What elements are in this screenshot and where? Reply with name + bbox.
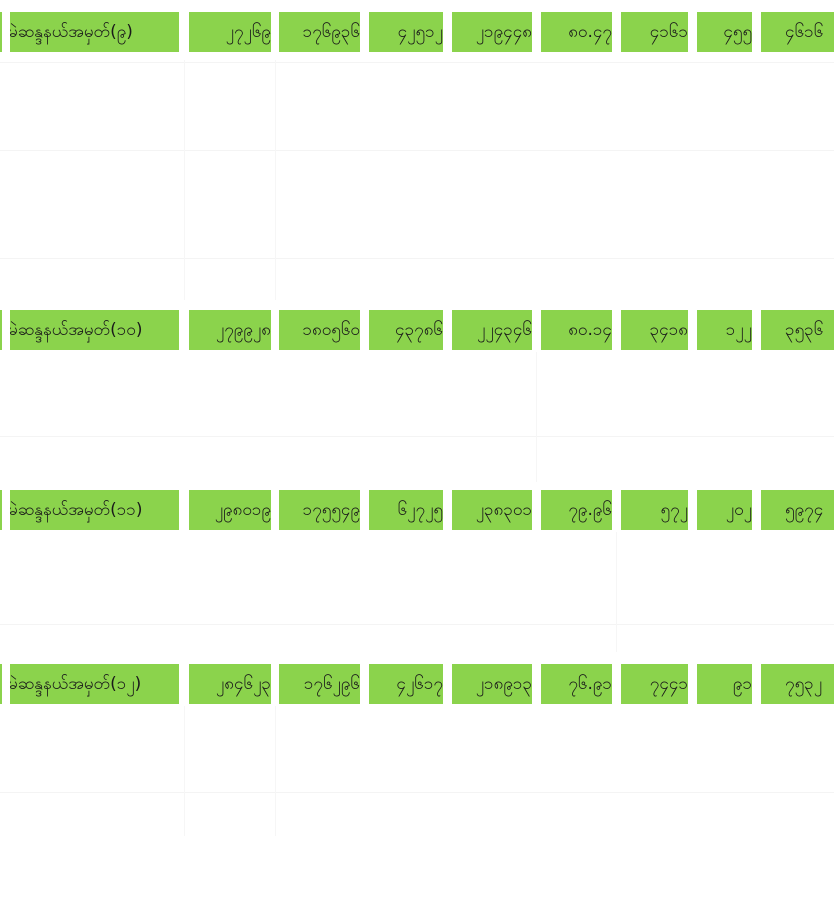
value-cell: ၂၇၉၉၂၈ — [189, 310, 271, 350]
row-edge — [0, 310, 2, 350]
value-cell: ၄၆၁၆ — [761, 12, 834, 52]
grid-line — [0, 624, 834, 625]
value-cell: ၇၄၄၁ — [621, 664, 688, 704]
value-cell: ၂၇၂၆၉ — [189, 12, 271, 52]
value-cell: ၁၇၆၂၉၆ — [279, 664, 360, 704]
value-cell: ၂၉၈၀၁၉ — [189, 490, 271, 530]
value-cell: ၄၂၆၁၇ — [369, 664, 443, 704]
grid-line — [0, 792, 834, 793]
value-cell: ၄၃၇၈၆ — [369, 310, 443, 350]
results-table: မဲဆန္ဒနယ်အမှတ်(၉) ၂၇၂၆၉ ၁၇၆၉၃၆ ၄၂၅၁၂ ၂၁၉… — [0, 0, 834, 905]
value-cell: ၄၁၆၁ — [621, 12, 688, 52]
value-cell: ၁၂၂ — [697, 310, 752, 350]
grid-line — [0, 150, 834, 151]
table-row: မဲဆန္ဒနယ်အမှတ်(၁၀) ၂၇၉၉၂၈ ၁၈၀၅၆၀ ၄၃၇၈၆ ၂… — [0, 310, 834, 350]
value-cell: ၇၆.၉၁ — [541, 664, 612, 704]
constituency-label: မဲဆန္ဒနယ်အမှတ်(၁၀) — [10, 310, 179, 350]
table-row: မဲဆန္ဒနယ်အမှတ်(၁၂) ၂၈၄၆၂၃ ၁၇၆၂၉၆ ၄၂၆၁၇ ၂… — [0, 664, 834, 704]
value-cell: ၃၅၃၆ — [761, 310, 834, 350]
constituency-label: မဲဆန္ဒနယ်အမှတ်(၁၁) — [10, 490, 179, 530]
value-cell: ၂၀၂ — [697, 490, 752, 530]
grid-line — [616, 532, 617, 652]
table-row: မဲဆန္ဒနယ်အမှတ်(၉) ၂၇၂၆၉ ၁၇၆၉၃၆ ၄၂၅၁၂ ၂၁၉… — [0, 12, 834, 52]
grid-line — [0, 62, 834, 63]
grid-line — [0, 258, 834, 259]
constituency-label: မဲဆန္ဒနယ်အမှတ်(၁၂) — [10, 664, 179, 704]
grid-line — [0, 436, 834, 437]
grid-line — [184, 60, 185, 300]
value-cell: ၁၇၅၅၄၉ — [279, 490, 360, 530]
value-cell: ၈၀.၁၄ — [541, 310, 612, 350]
grid-line — [275, 706, 276, 836]
grid-line — [184, 706, 185, 836]
value-cell: ၂၈၄၆၂၃ — [189, 664, 271, 704]
value-cell: ၇၅၃၂ — [761, 664, 834, 704]
row-edge — [0, 490, 2, 530]
value-cell: ၅၇၂ — [621, 490, 688, 530]
value-cell: ၈၀.၄၇ — [541, 12, 612, 52]
value-cell: ၂၁၉၄၄၈ — [452, 12, 532, 52]
value-cell: ၄၂၅၁၂ — [369, 12, 443, 52]
value-cell: ၉၁ — [697, 664, 752, 704]
value-cell: ၄၅၅ — [697, 12, 752, 52]
value-cell: ၇၉.၉၆ — [541, 490, 612, 530]
value-cell: ၂၁၈၉၁၃ — [452, 664, 532, 704]
grid-line — [275, 60, 276, 300]
value-cell: ၆၂၇၂၅ — [369, 490, 443, 530]
value-cell: ၃၄၁၈ — [621, 310, 688, 350]
value-cell: ၁၈၀၅၆၀ — [279, 310, 360, 350]
row-edge — [0, 664, 2, 704]
grid-line — [536, 352, 537, 482]
constituency-label: မဲဆန္ဒနယ်အမှတ်(၉) — [10, 12, 179, 52]
value-cell: ၂၃၈၃၀၁ — [452, 490, 532, 530]
row-edge — [0, 12, 2, 52]
value-cell: ၁၇၆၉၃၆ — [279, 12, 360, 52]
table-row: မဲဆန္ဒနယ်အမှတ်(၁၁) ၂၉၈၀၁၉ ၁၇၅၅၄၉ ၆၂၇၂၅ ၂… — [0, 490, 834, 530]
value-cell: ၂၂၄၃၄၆ — [452, 310, 532, 350]
value-cell: ၅၉၇၄ — [761, 490, 834, 530]
